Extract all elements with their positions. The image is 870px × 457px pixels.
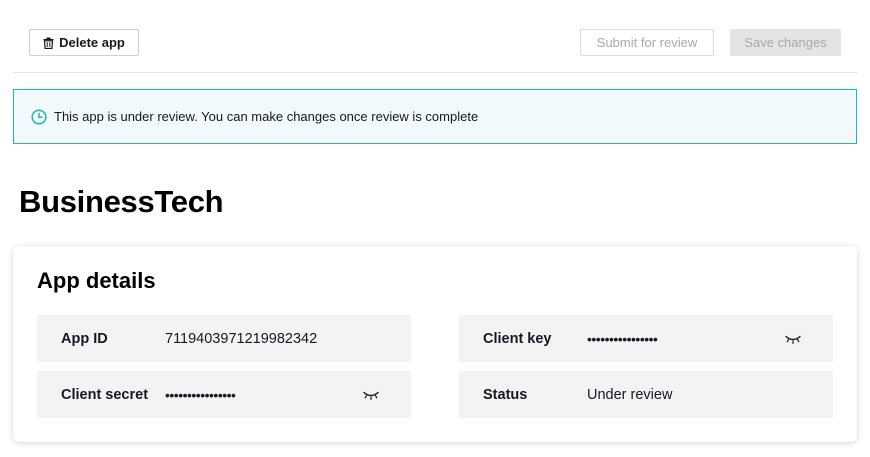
app-name-title: BusinessTech xyxy=(19,184,224,219)
client-secret-field: Client secret •••••••••••••••• xyxy=(37,371,411,418)
status-value: Under review xyxy=(587,386,673,403)
eye-closed-icon[interactable] xyxy=(785,334,801,344)
clock-icon xyxy=(31,108,47,125)
app-id-label: App ID xyxy=(61,330,108,347)
client-secret-label: Client secret xyxy=(61,386,149,403)
submit-for-review-button[interactable]: Submit for review xyxy=(580,29,714,56)
app-details-card: App details App ID 7119403971219982342 C… xyxy=(13,246,857,442)
toolbar: Delete app Submit for review Save change… xyxy=(13,0,857,73)
delete-app-label: Delete app xyxy=(59,35,125,50)
trash-icon xyxy=(43,37,54,49)
app-id-field: App ID 7119403971219982342 xyxy=(37,315,411,362)
app-details-heading: App details xyxy=(37,268,156,293)
delete-app-button[interactable]: Delete app xyxy=(29,29,139,56)
review-banner: This app is under review. You can make c… xyxy=(13,89,857,144)
app-id-value[interactable]: 7119403971219982342 xyxy=(165,331,317,347)
submit-for-review-label: Submit for review xyxy=(596,35,698,50)
eye-closed-icon[interactable] xyxy=(363,390,379,400)
save-changes-button[interactable]: Save changes xyxy=(730,29,841,56)
client-key-field: Client key •••••••••••••••• xyxy=(459,315,833,362)
status-field: Status Under review xyxy=(459,371,833,418)
client-key-value: •••••••••••••••• xyxy=(587,330,658,347)
save-changes-label: Save changes xyxy=(744,35,827,50)
client-key-label: Client key xyxy=(483,330,552,347)
status-label: Status xyxy=(483,386,528,403)
app-settings-page: Delete app Submit for review Save change… xyxy=(0,0,870,457)
review-banner-text: This app is under review. You can make c… xyxy=(54,109,479,124)
client-secret-value: •••••••••••••••• xyxy=(165,386,236,403)
